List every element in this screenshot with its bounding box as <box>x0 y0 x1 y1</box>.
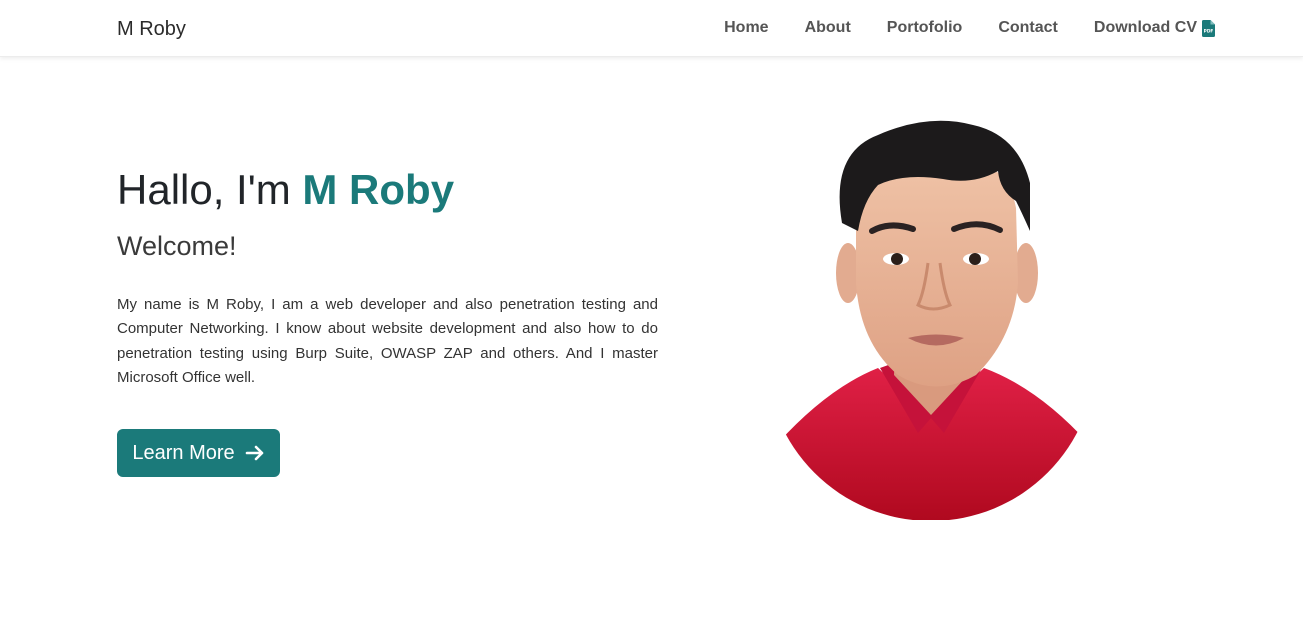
hero-title: Hallo, I'm M Roby <box>117 164 454 216</box>
profile-photo <box>768 113 1094 520</box>
nav-link-contact[interactable]: Contact <box>998 18 1058 38</box>
arrow-right-icon <box>245 443 265 463</box>
brand-link[interactable]: M Roby <box>117 17 186 41</box>
hero-subtitle: Welcome! <box>117 231 237 261</box>
svg-text:PDF: PDF <box>1204 28 1214 34</box>
hero-name: M Roby <box>302 166 455 213</box>
nav-link-home[interactable]: Home <box>724 18 768 38</box>
download-cv-link[interactable]: Download CV PDF <box>1094 18 1215 38</box>
nav-link-about[interactable]: About <box>805 18 851 38</box>
pdf-file-icon: PDF <box>1202 19 1215 37</box>
navbar: M Roby Home About Portofolio Contact Dow… <box>0 0 1303 57</box>
nav-link-portofolio[interactable]: Portofolio <box>887 18 963 38</box>
learn-more-label: Learn More <box>132 441 235 464</box>
nav-links: Home About Portofolio Contact Download C… <box>724 18 1215 38</box>
hero-description: My name is M Roby, I am a web developer … <box>117 296 658 386</box>
hero-greeting: Hallo, I'm <box>117 166 291 213</box>
download-cv-label: Download CV <box>1093 19 1197 36</box>
learn-more-button[interactable]: Learn More <box>117 429 280 477</box>
